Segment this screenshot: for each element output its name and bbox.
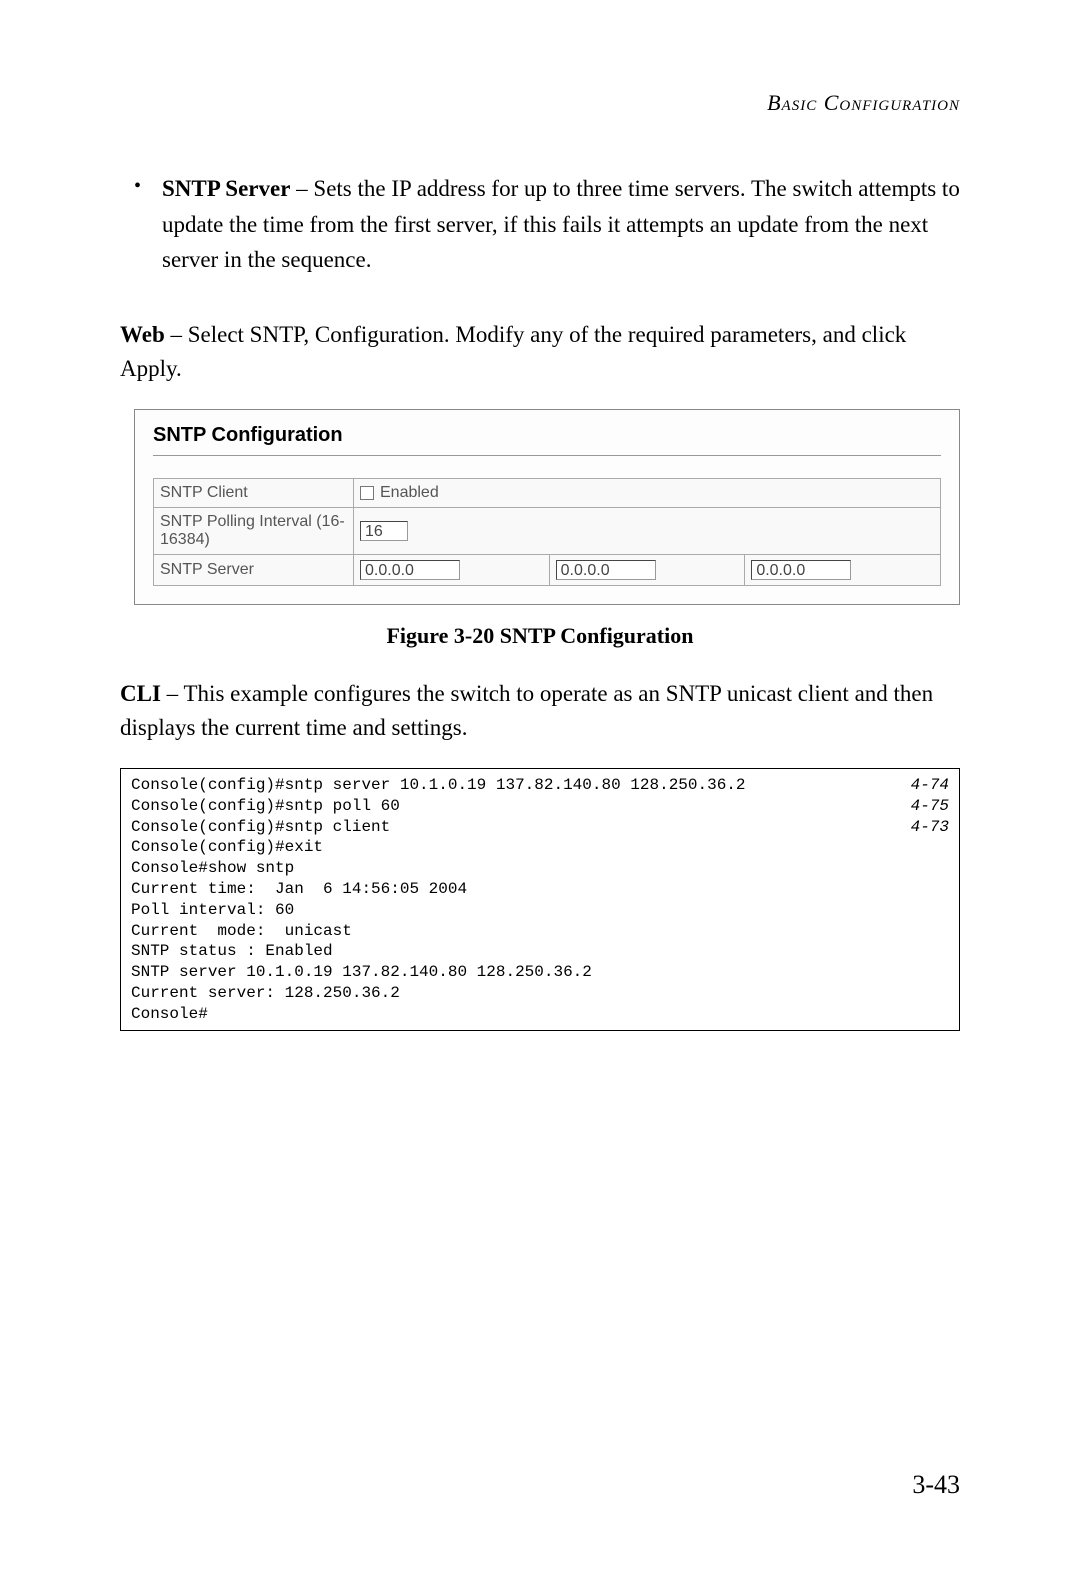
web-lead: Web [120, 322, 165, 347]
page-number: 3-43 [912, 1470, 960, 1500]
page-container: Basic Configuration • SNTP Server – Sets… [0, 0, 1080, 1570]
cli-line: Console(config)#sntp client 4-73 [131, 817, 949, 838]
cli-line: Console(config)#sntp server 10.1.0.19 13… [131, 775, 949, 796]
cli-line: SNTP server 10.1.0.19 137.82.140.80 128.… [131, 962, 949, 983]
figure-caption: Figure 3-20 SNTP Configuration [120, 623, 960, 649]
cli-ref: 4-75 [891, 796, 949, 817]
cli-text: Current server: 128.250.36.2 [131, 983, 400, 1004]
enabled-checkbox[interactable] [360, 486, 374, 500]
cli-sep: – [161, 681, 184, 706]
row-client: SNTP Client Enabled [154, 478, 941, 507]
cli-text: SNTP status : Enabled [131, 941, 333, 962]
cell-server2: 0.0.0.0 [549, 554, 745, 585]
figure-title-divider [153, 455, 941, 456]
figure-title: SNTP Configuration [153, 424, 941, 447]
figure-panel: SNTP Configuration SNTP Client Enabled S… [134, 409, 960, 605]
cell-server-label: SNTP Server [154, 554, 354, 585]
cli-text: SNTP server 10.1.0.19 137.82.140.80 128.… [131, 962, 592, 983]
cli-ref: 4-73 [891, 817, 949, 838]
bullet-paragraph: • SNTP Server – Sets the IP address for … [120, 171, 960, 278]
config-table: SNTP Client Enabled SNTP Polling Interva… [153, 478, 941, 586]
server1-input[interactable]: 0.0.0.0 [360, 560, 460, 580]
server2-input[interactable]: 0.0.0.0 [556, 560, 656, 580]
row-poll: SNTP Polling Interval (16-16384) 16 [154, 507, 941, 554]
cli-line: Console# [131, 1004, 949, 1025]
cli-text: Console#show sntp [131, 858, 294, 879]
cli-output-box: Console(config)#sntp server 10.1.0.19 13… [120, 768, 960, 1032]
cli-line: Poll interval: 60 [131, 900, 949, 921]
cli-line: Current mode: unicast [131, 921, 949, 942]
cli-text: Poll interval: 60 [131, 900, 294, 921]
cli-text: Console(config)#sntp poll 60 [131, 796, 400, 817]
row-server: SNTP Server 0.0.0.0 0.0.0.0 0.0.0.0 [154, 554, 941, 585]
cli-line: Console(config)#exit [131, 837, 949, 858]
cell-server1: 0.0.0.0 [354, 554, 550, 585]
cell-poll-label: SNTP Polling Interval (16-16384) [154, 507, 354, 554]
cell-client-value: Enabled [354, 478, 941, 507]
cell-client-label: SNTP Client [154, 478, 354, 507]
cli-ref: 4-74 [891, 775, 949, 796]
cli-text: Current mode: unicast [131, 921, 352, 942]
cli-line: SNTP status : Enabled [131, 941, 949, 962]
bullet-content: SNTP Server – Sets the IP address for up… [162, 171, 960, 278]
web-sep: – [165, 322, 188, 347]
bullet-marker: • [120, 171, 162, 278]
web-paragraph: Web – Select SNTP, Configuration. Modify… [120, 318, 960, 387]
cli-line: Current time: Jan 6 14:56:05 2004 [131, 879, 949, 900]
cli-lead: CLI [120, 681, 161, 706]
cli-line: Console#show sntp [131, 858, 949, 879]
page-header: Basic Configuration [120, 90, 960, 116]
cell-server3: 0.0.0.0 [745, 554, 941, 585]
web-text: Select SNTP, Configuration. Modify any o… [120, 322, 906, 382]
cli-line: Current server: 128.250.36.2 [131, 983, 949, 1004]
cli-paragraph: CLI – This example configures the switch… [120, 677, 960, 746]
poll-input[interactable]: 16 [360, 521, 408, 541]
cli-text: Console# [131, 1004, 208, 1025]
cell-poll-value: 16 [354, 507, 941, 554]
bullet-term: SNTP Server [162, 176, 290, 201]
cli-text: Console(config)#exit [131, 837, 323, 858]
server3-input[interactable]: 0.0.0.0 [751, 560, 851, 580]
cli-text: This example configures the switch to op… [120, 681, 933, 741]
bullet-sep: – [290, 176, 313, 201]
cli-text: Current time: Jan 6 14:56:05 2004 [131, 879, 467, 900]
cli-text: Console(config)#sntp client [131, 817, 390, 838]
cli-line: Console(config)#sntp poll 60 4-75 [131, 796, 949, 817]
enabled-label: Enabled [380, 484, 439, 502]
cli-text: Console(config)#sntp server 10.1.0.19 13… [131, 775, 746, 796]
